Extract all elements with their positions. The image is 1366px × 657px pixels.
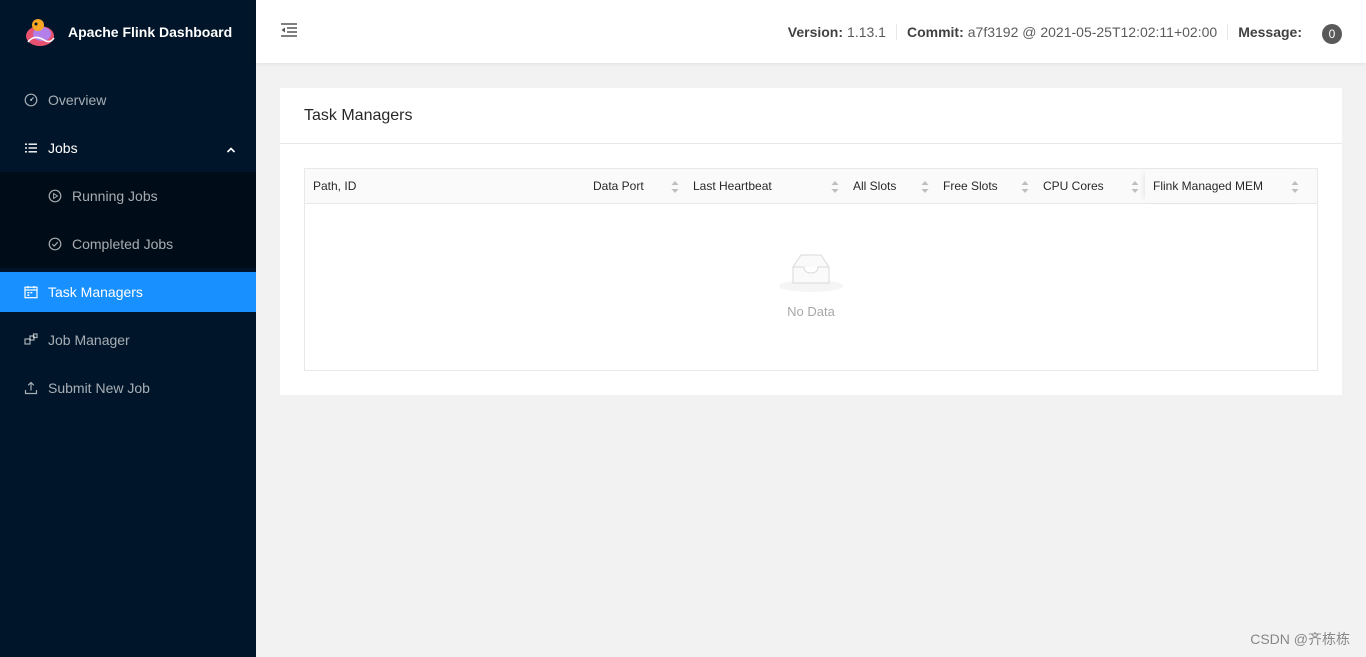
flink-logo-icon	[24, 16, 56, 48]
sidebar-item-jobs[interactable]: Jobs	[0, 128, 256, 168]
column-label: Path, ID	[313, 179, 357, 193]
app-title: Apache Flink Dashboard	[68, 23, 233, 40]
column-header-data-port[interactable]: Data Port	[585, 169, 685, 203]
task-managers-table: Path, ID Data Port Last Heartbeat All Sl…	[304, 168, 1318, 371]
sidebar-item-label: Overview	[48, 92, 107, 108]
commit-info: Commit: a7f3192 @ 2021-05-25T12:02:11+02…	[897, 23, 1229, 40]
upload-icon	[24, 381, 38, 395]
column-header-path-id: Path, ID	[305, 169, 585, 203]
chevron-up-icon	[226, 142, 236, 158]
sidebar-item-submit-new-job[interactable]: Submit New Job	[0, 368, 256, 408]
column-header-flink-managed-mem[interactable]: Flink Managed MEM	[1145, 169, 1305, 203]
column-label: Flink Managed MEM	[1153, 179, 1264, 193]
message-info[interactable]: Message: 0	[1228, 20, 1342, 44]
page-title: Task Managers	[280, 88, 1342, 144]
sidebar-item-label: Running Jobs	[72, 188, 158, 204]
column-label: Last Heartbeat	[693, 179, 772, 193]
sort-icon[interactable]	[831, 180, 839, 194]
schedule-icon	[24, 285, 38, 299]
sidebar-item-label: Completed Jobs	[72, 236, 174, 252]
column-header-all-slots[interactable]: All Slots	[845, 169, 935, 203]
column-label: CPU Cores	[1043, 179, 1104, 193]
empty-text: No Data	[787, 304, 835, 319]
version-value: 1.13.1	[847, 23, 886, 40]
sort-icon[interactable]	[1021, 180, 1029, 194]
sort-icon[interactable]	[1291, 180, 1299, 194]
dashboard-icon	[24, 93, 38, 107]
top-header: Version: 1.13.1 Commit: a7f3192 @ 2021-0…	[256, 0, 1366, 63]
commit-value: a7f3192 @ 2021-05-25T12:02:11+02:00	[967, 23, 1218, 40]
table-header: Path, ID Data Port Last Heartbeat All Sl…	[305, 169, 1317, 204]
sidebar-item-overview[interactable]: Overview	[0, 80, 256, 120]
cluster-icon	[24, 333, 38, 347]
sidebar-menu: Overview Jobs Running Jobs Completed Job…	[0, 80, 256, 408]
sort-icon[interactable]	[1131, 180, 1139, 194]
sort-icon[interactable]	[671, 180, 679, 194]
logo[interactable]: Apache Flink Dashboard	[0, 0, 256, 63]
sidebar-item-label: Task Managers	[48, 284, 143, 300]
sidebar: Apache Flink Dashboard Overview Jobs Run…	[0, 0, 256, 657]
sidebar-item-task-managers[interactable]: Task Managers	[0, 272, 256, 312]
table-empty-state: No Data	[305, 204, 1317, 370]
column-header-last-heartbeat[interactable]: Last Heartbeat	[685, 169, 845, 203]
list-icon	[24, 141, 38, 155]
message-count-badge[interactable]: 0	[1322, 23, 1342, 44]
watermark: CSDN @齐栋栋	[1250, 631, 1350, 647]
version-info: Version: 1.13.1	[778, 23, 897, 40]
check-circle-icon	[48, 237, 62, 251]
message-label: Message:	[1238, 23, 1302, 40]
play-circle-icon	[48, 189, 62, 203]
sidebar-item-label: Submit New Job	[48, 380, 150, 396]
sidebar-item-running-jobs[interactable]: Running Jobs	[0, 176, 256, 216]
commit-label: Commit:	[906, 23, 964, 40]
sidebar-item-completed-jobs[interactable]: Completed Jobs	[0, 224, 256, 264]
sidebar-item-label: Job Manager	[48, 332, 130, 348]
header-info: Version: 1.13.1 Commit: a7f3192 @ 2021-0…	[778, 0, 1342, 63]
column-label: All Slots	[853, 179, 897, 193]
sidebar-item-job-manager[interactable]: Job Manager	[0, 320, 256, 360]
column-label: Free Slots	[943, 179, 998, 193]
jobs-submenu: Running Jobs Completed Jobs	[0, 172, 256, 268]
menu-fold-icon[interactable]	[280, 22, 298, 38]
column-label: Data Port	[593, 179, 644, 193]
sort-icon[interactable]	[921, 180, 929, 194]
version-label: Version:	[787, 23, 844, 40]
inbox-icon	[777, 249, 845, 294]
task-managers-card: Task Managers Path, ID Data Port Last He…	[280, 88, 1342, 395]
column-header-free-slots[interactable]: Free Slots	[935, 169, 1035, 203]
column-header-cpu-cores[interactable]: CPU Cores	[1035, 169, 1145, 203]
sidebar-item-label: Jobs	[48, 140, 78, 156]
